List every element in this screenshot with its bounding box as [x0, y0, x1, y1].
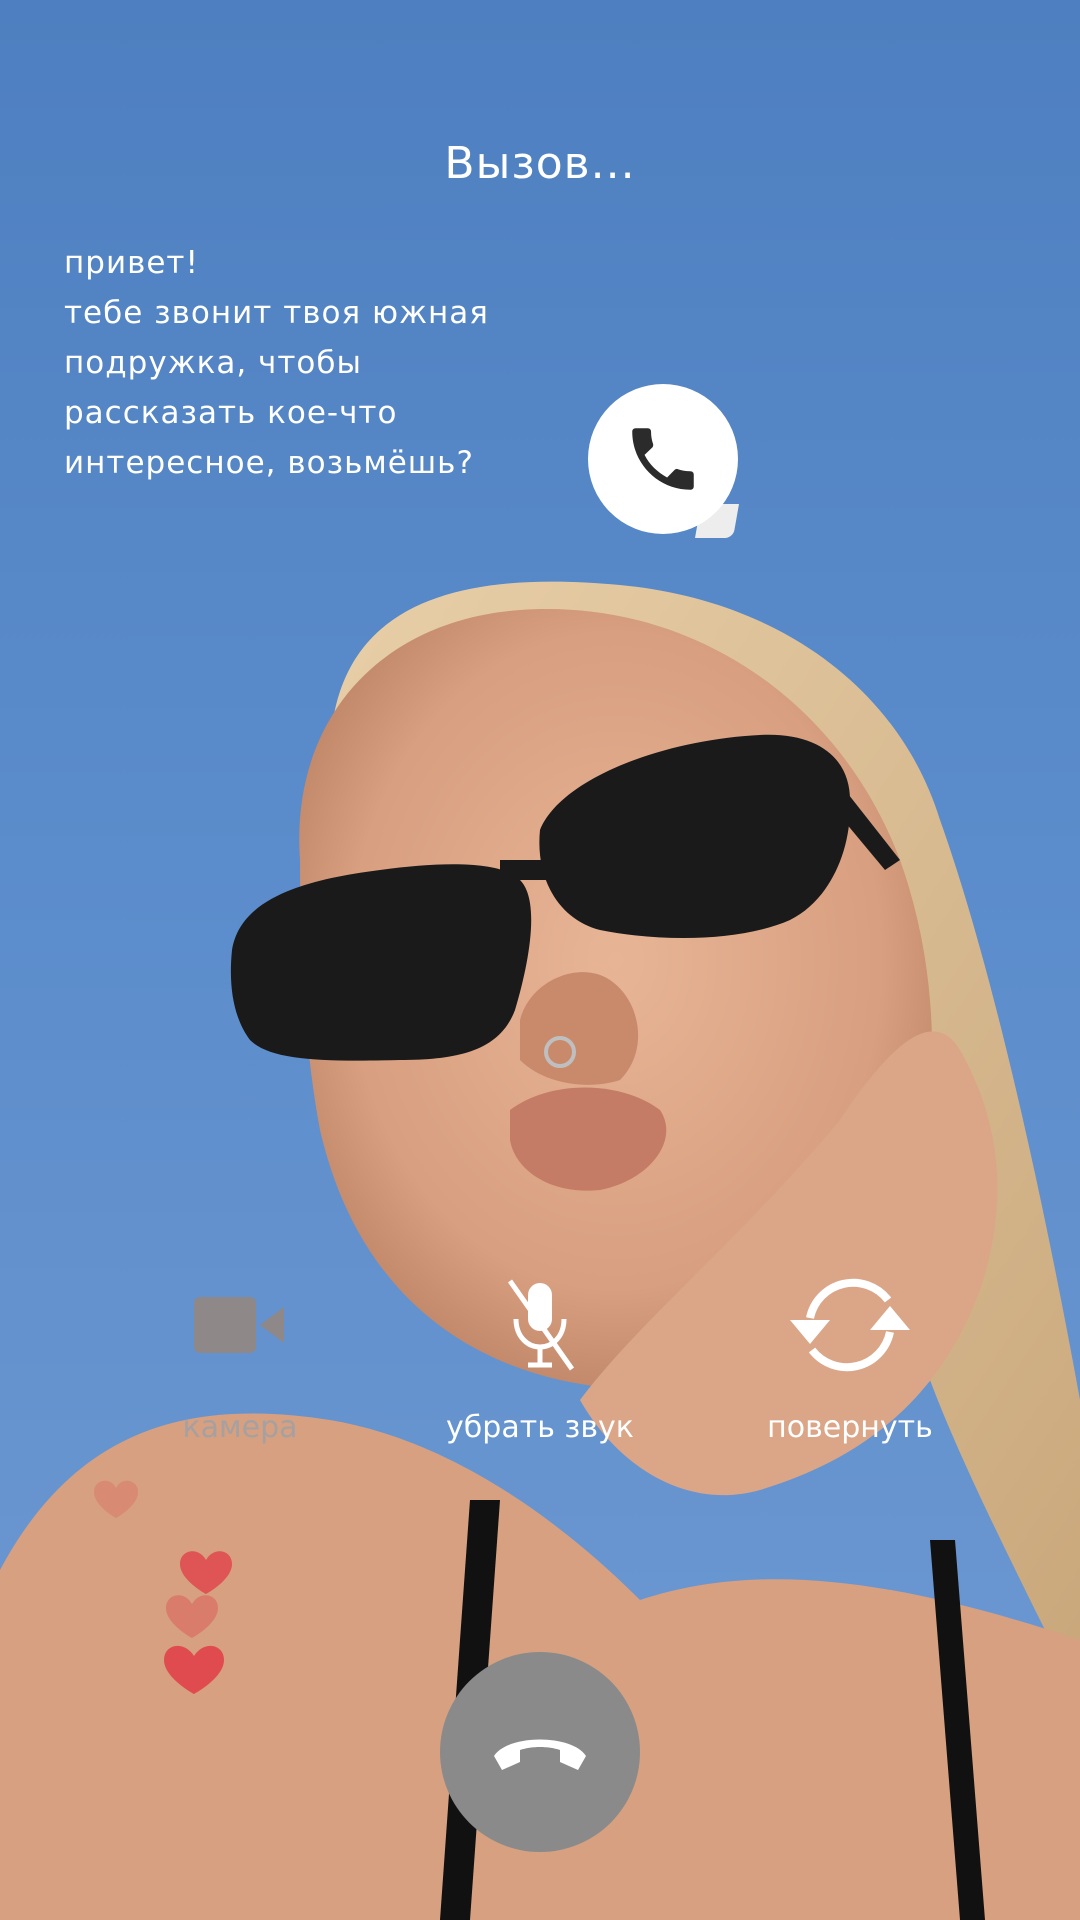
message-line: подружка, чтобы [64, 345, 362, 381]
camera-label: камера [182, 1410, 298, 1445]
message-line: рассказать кое-что [64, 395, 398, 431]
heart-icon [94, 1480, 138, 1518]
answer-call-button[interactable] [588, 384, 739, 538]
hang-up-icon [494, 1739, 586, 1770]
heart-icon [166, 1595, 218, 1638]
heart-icon [180, 1551, 232, 1594]
message-line: привет! [64, 245, 199, 281]
mute-label: убрать звук [446, 1410, 634, 1445]
microphone-muted-icon [507, 1279, 575, 1371]
video-camera-icon [194, 1297, 284, 1353]
message-line: интересное, возьмёшь? [64, 445, 474, 481]
message-line: тебе звонит твоя южная [64, 295, 489, 331]
bubble-circle [588, 384, 738, 534]
rotate-camera-icon [790, 1278, 910, 1372]
camera-button[interactable]: камера [130, 1250, 350, 1445]
mute-button[interactable]: убрать звук [420, 1250, 660, 1445]
caller-message: привет! тебе звонит твоя южная подружка,… [64, 238, 584, 488]
video-call-screen: Вызов... привет! тебе звонит твоя южная … [0, 0, 1080, 1920]
call-controls: камера убрать звук повернуть [0, 1250, 1080, 1490]
call-status: Вызов... [444, 138, 636, 189]
rotate-button[interactable]: повернуть [730, 1250, 970, 1445]
heart-icon [164, 1645, 224, 1694]
rotate-label: повернуть [767, 1410, 933, 1445]
end-call-button[interactable] [440, 1652, 640, 1852]
phone-icon [632, 428, 694, 490]
hearts-reaction [94, 1480, 232, 1694]
